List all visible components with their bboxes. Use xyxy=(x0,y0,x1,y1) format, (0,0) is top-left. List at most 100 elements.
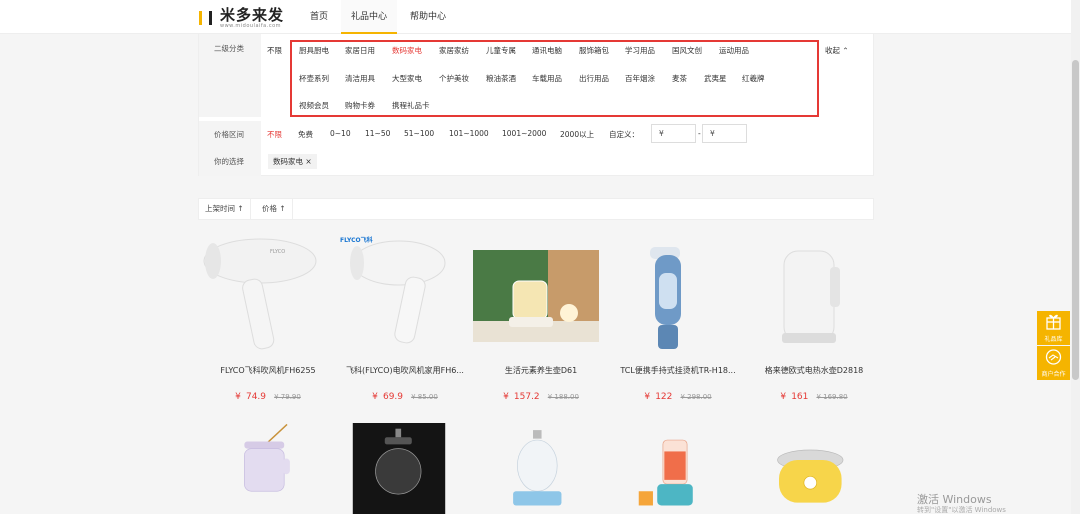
logo-mark xyxy=(199,11,202,25)
product-card[interactable]: TCL便携手持式挂烫机TR-H18... ¥ 122 ¥ 298.00 xyxy=(610,233,746,403)
category-label: 二级分类 xyxy=(199,34,261,117)
currency: ¥ xyxy=(644,392,651,402)
product-image: FLYCO飞科 xyxy=(340,236,446,344)
price-label: 价格区间 xyxy=(199,121,261,148)
price-min-input[interactable]: ¥ xyxy=(651,124,696,143)
top-bar: 米多来发 www.midoulaifa.com 首页 礼品中心 帮助中心 xyxy=(0,0,1080,34)
category-item[interactable]: 武夷星 xyxy=(704,73,727,84)
category-item[interactable]: 杯壶系列 xyxy=(299,73,329,84)
product-name[interactable]: 格来德欧式电热水壶D2818 xyxy=(746,365,882,376)
product-card[interactable] xyxy=(473,423,609,514)
category-item[interactable]: 红羲牌 xyxy=(742,73,765,84)
scrollbar-thumb[interactable] xyxy=(1072,60,1079,380)
product-price: ¥ 122 ¥ 298.00 xyxy=(610,384,746,403)
original-price: ¥ 85.00 xyxy=(411,393,438,401)
logo[interactable]: 米多来发 www.midoulaifa.com xyxy=(199,5,284,31)
merchant-partner-label: 商户合作 xyxy=(1041,371,1066,378)
product-card[interactable] xyxy=(746,423,882,514)
handshake-icon xyxy=(1045,349,1062,365)
category-all[interactable]: 不限 xyxy=(267,45,282,56)
price-option[interactable]: 0~10 xyxy=(330,129,351,138)
category-item[interactable]: 国风文创 xyxy=(672,45,702,56)
price-option[interactable]: 1001~2000 xyxy=(502,129,546,138)
product-name[interactable]: 飞科(FLYCO)电吹风机家用FH6... xyxy=(337,365,473,376)
price-option[interactable]: 101~1000 xyxy=(449,129,489,138)
currency: ¥ xyxy=(372,392,378,402)
category-item[interactable]: 大型家电 xyxy=(392,73,422,84)
category-item[interactable]: 清洁用具 xyxy=(345,73,375,84)
selection-label: 你的选择 xyxy=(199,148,261,176)
product-image xyxy=(244,423,290,492)
nav-home[interactable]: 首页 xyxy=(302,0,336,34)
product-card[interactable]: FLYCO飞科 飞科(FLYCO)电吹风机家用FH6... ¥ 69.9 ¥ 8… xyxy=(337,233,473,403)
sort-by-price[interactable]: 价格 ↑ xyxy=(256,199,293,219)
product-card[interactable]: FLYCO FLYCO飞科吹风机FH6255 ¥ 74.9 ¥ 79.90 xyxy=(200,233,336,403)
product-image: FLYCO xyxy=(203,238,317,350)
nav-gift-center[interactable]: 礼品中心 xyxy=(341,0,397,34)
product-price: ¥ 74.9 ¥ 79.90 xyxy=(200,384,336,403)
price-option[interactable]: 免费 xyxy=(298,129,313,140)
custom-price-label: 自定义： xyxy=(609,130,639,139)
category-item[interactable]: 服饰箱包 xyxy=(579,45,609,56)
category-item-selected[interactable]: 数码家电 xyxy=(392,45,422,56)
category-item[interactable]: 出行用品 xyxy=(579,73,609,84)
product-name[interactable]: FLYCO飞科吹风机FH6255 xyxy=(200,365,336,376)
sort-date-label: 上架时间 xyxy=(205,204,235,213)
selected-chip-label: 数码家电 xyxy=(273,157,303,166)
category-item[interactable]: 学习用品 xyxy=(625,45,655,56)
collapse-label: 收起 xyxy=(825,46,840,55)
product-card[interactable] xyxy=(610,423,746,514)
brand-label: FLYCO飞科 xyxy=(340,236,373,244)
selected-chip: 数码家电 × xyxy=(268,154,317,169)
category-item[interactable]: 厨具厨电 xyxy=(299,45,329,56)
logo-subtitle: www.midoulaifa.com xyxy=(220,23,281,29)
filter-panel: 二级分类 不限 厨具厨电 家居日用 数码家电 家居家纺 儿童专属 通讯电脑 服饰… xyxy=(198,34,874,176)
category-item[interactable]: 携程礼品卡 xyxy=(392,100,430,111)
original-price: ¥ 188.00 xyxy=(547,393,579,401)
merchant-partner-button[interactable]: 商户合作 xyxy=(1037,346,1070,380)
product-card[interactable] xyxy=(336,423,472,514)
price-dash: - xyxy=(698,129,701,138)
sort-by-date[interactable]: 上架时间 ↑ xyxy=(199,199,251,219)
currency: ¥ xyxy=(235,392,241,402)
original-price: ¥ 298.00 xyxy=(680,393,712,401)
close-icon[interactable]: × xyxy=(305,157,311,166)
product-image xyxy=(777,449,844,503)
product-price: ¥ 69.9 ¥ 85.00 xyxy=(337,384,473,403)
price-value: 69.9 xyxy=(382,392,404,402)
product-name[interactable]: 生活元素养生壶D61 xyxy=(473,365,609,376)
product-card[interactable]: 生活元素养生壶D61 ¥ 157.2 ¥ 188.00 xyxy=(473,233,609,403)
category-item[interactable]: 家居家纺 xyxy=(439,45,469,56)
product-image xyxy=(650,247,681,349)
price-value: 157.2 xyxy=(513,392,540,402)
category-item[interactable]: 个护美妆 xyxy=(439,73,469,84)
category-item[interactable]: 通讯电脑 xyxy=(532,45,562,56)
product-image xyxy=(513,430,562,506)
category-item[interactable]: 粮油茶酒 xyxy=(486,73,516,84)
nav-help-center[interactable]: 帮助中心 xyxy=(403,0,453,34)
category-item[interactable]: 儿童专属 xyxy=(486,45,516,56)
price-value: 161 xyxy=(791,392,809,402)
price-max-input[interactable]: ¥ xyxy=(702,124,747,143)
price-option[interactable]: 51~100 xyxy=(404,129,434,138)
category-item[interactable]: 视频会员 xyxy=(299,100,329,111)
price-option[interactable]: 11~50 xyxy=(365,129,390,138)
arrow-up-icon: ↑ xyxy=(237,204,244,213)
collapse-button[interactable]: 收起 ⌃ xyxy=(825,45,849,56)
product-card[interactable]: 格来德欧式电热水壶D2818 ¥ 161 ¥ 169.80 xyxy=(746,233,882,403)
category-item[interactable]: 家居日用 xyxy=(345,45,375,56)
product-card[interactable] xyxy=(200,423,336,514)
chevron-up-icon: ⌃ xyxy=(842,46,849,55)
category-item[interactable]: 车载用品 xyxy=(532,73,562,84)
product-image xyxy=(352,423,446,514)
category-item[interactable]: 百年烟涂 xyxy=(625,73,655,84)
sort-price-label: 价格 xyxy=(262,204,277,213)
category-item[interactable]: 运动用品 xyxy=(719,45,749,56)
category-item[interactable]: 麦茶 xyxy=(672,73,687,84)
product-name[interactable]: TCL便携手持式挂烫机TR-H18... xyxy=(610,365,746,376)
product-price: ¥ 157.2 ¥ 188.00 xyxy=(473,384,609,403)
gift-library-button[interactable]: 礼品库 xyxy=(1037,311,1070,345)
price-option[interactable]: 2000以上 xyxy=(560,129,594,140)
price-option-selected[interactable]: 不限 xyxy=(267,129,282,140)
category-item[interactable]: 购物卡券 xyxy=(345,100,375,111)
